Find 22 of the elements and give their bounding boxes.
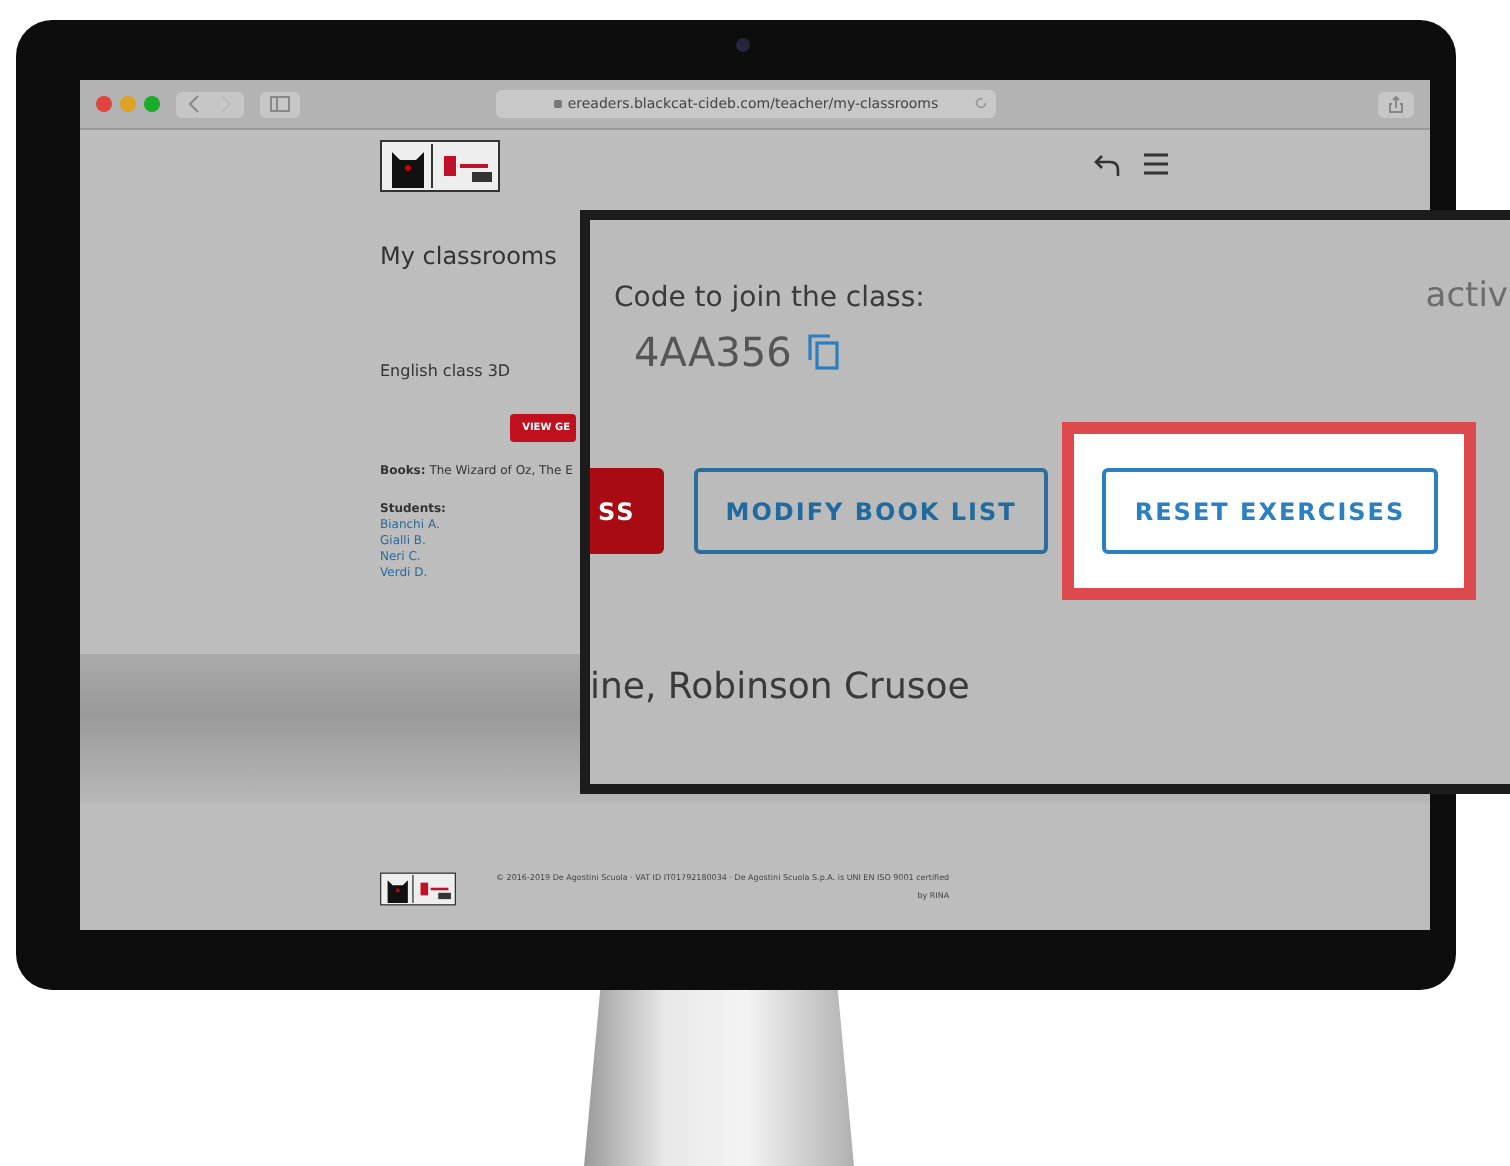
back-icon[interactable] <box>1094 152 1122 180</box>
camera-icon <box>736 38 750 52</box>
cut-off-button[interactable]: SS <box>590 468 664 554</box>
page-title: My classrooms <box>380 242 557 270</box>
action-button[interactable]: RESET EXERCISES <box>1102 468 1438 554</box>
class-name: English class 3D <box>380 362 511 380</box>
ereaders-logo[interactable] <box>380 140 500 192</box>
menu-icon[interactable] <box>1142 152 1170 180</box>
action-button[interactable]: MODIFY BOOK LIST <box>693 468 1049 554</box>
lock-icon <box>553 100 562 108</box>
back-forward-buttons[interactable] <box>176 91 244 117</box>
share-button[interactable] <box>1378 91 1414 117</box>
sidebar-button[interactable] <box>260 91 300 117</box>
footer-logo[interactable] <box>380 872 456 906</box>
reload-icon[interactable] <box>974 96 988 110</box>
class-code: 4AA356 <box>634 328 792 376</box>
code-label: Code to join the class: <box>614 282 925 314</box>
share-icon <box>1388 95 1404 113</box>
books-text: ine, Robinson Crusoe <box>590 666 972 708</box>
status-text: activ <box>1425 276 1508 316</box>
sidebar-icon <box>270 96 290 112</box>
copy-icon[interactable] <box>807 334 840 370</box>
